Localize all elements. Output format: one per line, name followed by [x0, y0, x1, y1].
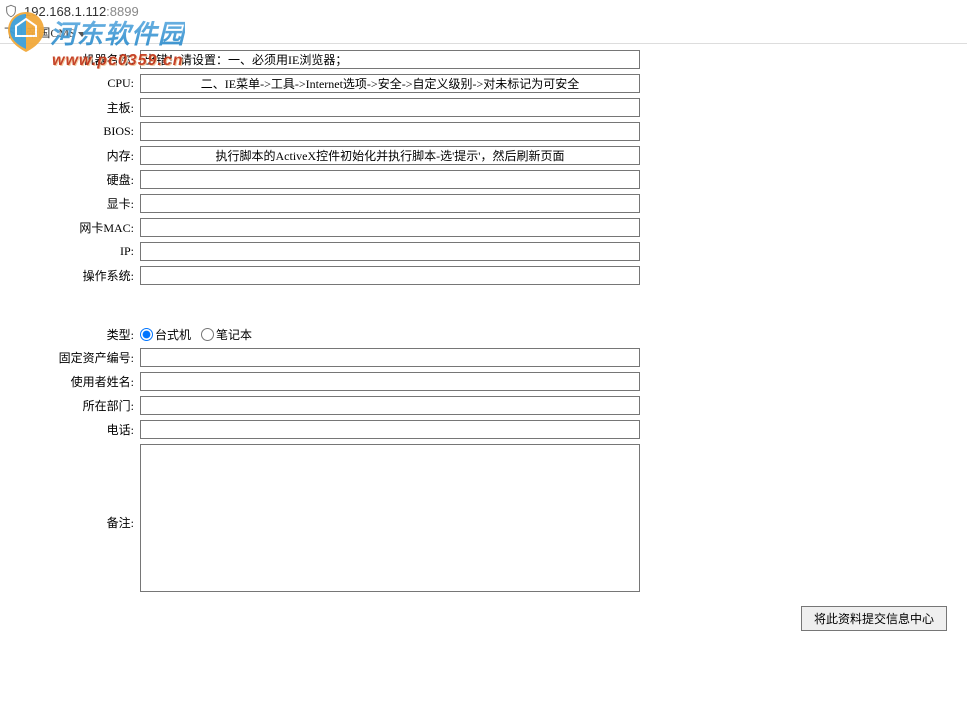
dropdown-icon — [78, 32, 86, 37]
input-machine-name[interactable] — [140, 50, 640, 69]
submit-button[interactable]: 将此资料提交信息中心 — [801, 606, 947, 631]
row-type: 类型: 台式机 笔记本 — [0, 326, 967, 343]
address-bar: 192.168.1.112:8899 — [0, 0, 967, 22]
row-bios: BIOS: — [0, 122, 967, 141]
radio-text-desktop: 台式机 — [155, 326, 191, 343]
row-harddisk: 硬盘: — [0, 170, 967, 189]
row-ip: IP: — [0, 242, 967, 261]
label-phone: 电话: — [0, 421, 140, 438]
input-os[interactable] — [140, 266, 640, 285]
input-nic-mac[interactable] — [140, 218, 640, 237]
row-dept: 所在部门: — [0, 396, 967, 415]
label-gpu: 显卡: — [0, 195, 140, 212]
row-cpu: CPU: — [0, 74, 967, 93]
label-nic-mac: 网卡MAC: — [0, 219, 140, 236]
textarea-remark[interactable] — [140, 444, 640, 592]
radio-group-type: 台式机 笔记本 — [140, 326, 258, 343]
radio-desktop[interactable] — [140, 328, 153, 341]
toolbar: 下 | 帝国CMS — [0, 22, 967, 44]
input-mainboard[interactable] — [140, 98, 640, 117]
submit-row: 将此资料提交信息中心 — [0, 606, 967, 631]
toolbar-download[interactable]: 下 — [4, 24, 16, 41]
input-memory[interactable] — [140, 146, 640, 165]
url-host: 192.168.1.112 — [24, 4, 106, 19]
row-phone: 电话: — [0, 420, 967, 439]
radio-label-desktop[interactable]: 台式机 — [140, 326, 191, 343]
input-username[interactable] — [140, 372, 640, 391]
label-asset-no: 固定资产编号: — [0, 349, 140, 366]
url-text: 192.168.1.112:8899 — [24, 4, 139, 19]
label-username: 使用者姓名: — [0, 373, 140, 390]
label-memory: 内存: — [0, 147, 140, 164]
radio-laptop[interactable] — [201, 328, 214, 341]
row-mainboard: 主板: — [0, 98, 967, 117]
label-remark: 备注: — [0, 444, 140, 531]
input-dept[interactable] — [140, 396, 640, 415]
radio-text-laptop: 笔记本 — [216, 326, 252, 343]
input-asset-no[interactable] — [140, 348, 640, 367]
radio-label-laptop[interactable]: 笔记本 — [201, 326, 252, 343]
input-phone[interactable] — [140, 420, 640, 439]
label-ip: IP: — [0, 244, 140, 259]
input-bios[interactable] — [140, 122, 640, 141]
form: 机器名称: CPU: 主板: BIOS: 内存: 硬盘: 显卡: 网卡MAC: … — [0, 44, 967, 631]
input-cpu[interactable] — [140, 74, 640, 93]
label-dept: 所在部门: — [0, 397, 140, 414]
input-gpu[interactable] — [140, 194, 640, 213]
separator: | — [20, 25, 22, 40]
shield-icon — [4, 4, 18, 18]
row-remark: 备注: — [0, 444, 967, 596]
row-asset-no: 固定资产编号: — [0, 348, 967, 367]
label-mainboard: 主板: — [0, 99, 140, 116]
label-type: 类型: — [0, 326, 140, 343]
label-harddisk: 硬盘: — [0, 171, 140, 188]
label-bios: BIOS: — [0, 124, 140, 139]
input-harddisk[interactable] — [140, 170, 640, 189]
row-nic-mac: 网卡MAC: — [0, 218, 967, 237]
row-username: 使用者姓名: — [0, 372, 967, 391]
row-memory: 内存: — [0, 146, 967, 165]
toolbar-cms[interactable]: 帝国CMS — [26, 24, 85, 41]
label-os: 操作系统: — [0, 267, 140, 284]
row-machine-name: 机器名称: — [0, 50, 967, 69]
input-ip[interactable] — [140, 242, 640, 261]
label-machine-name: 机器名称: — [0, 51, 140, 68]
row-os: 操作系统: — [0, 266, 967, 285]
url-port: :8899 — [106, 4, 139, 19]
row-gpu: 显卡: — [0, 194, 967, 213]
label-cpu: CPU: — [0, 76, 140, 91]
